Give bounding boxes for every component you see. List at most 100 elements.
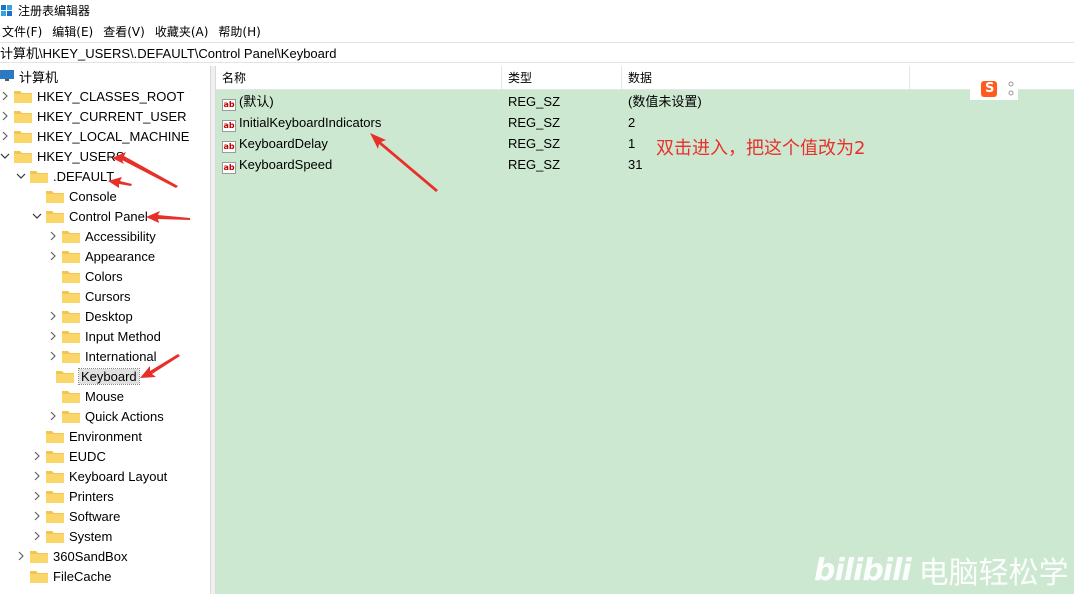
tree-item-environment[interactable]: Environment xyxy=(46,426,142,446)
menu-bar: 文件(F) 编辑(E) 查看(V) 收藏夹(A) 帮助(H) xyxy=(0,21,1074,42)
tree-item-label: System xyxy=(69,528,113,544)
tree-item-keyboard-layout[interactable]: Keyboard Layout xyxy=(32,466,167,486)
tree-item-computer[interactable]: 计算机 xyxy=(0,66,58,86)
tree-item-label: Printers xyxy=(69,488,114,504)
folder-icon xyxy=(62,289,80,303)
chevron-right-icon[interactable] xyxy=(32,511,42,521)
chevron-right-icon[interactable] xyxy=(48,331,58,341)
folder-icon xyxy=(46,489,64,503)
ime-logo-text: S xyxy=(985,81,995,96)
tree-item-input-method[interactable]: Input Method xyxy=(48,326,161,346)
folder-icon xyxy=(46,529,64,543)
menu-favorites[interactable]: 收藏夹(A) xyxy=(153,23,211,40)
value-type: REG_SZ xyxy=(508,94,561,109)
watermark: bilibili 电脑轻松学 xyxy=(814,548,1069,592)
table-row[interactable]: ab KeyboardDelay REG_SZ 1 xyxy=(216,133,1074,154)
tree-item-eudc[interactable]: EUDC xyxy=(32,446,106,466)
chevron-right-icon[interactable] xyxy=(0,91,10,101)
tree-item-label: Software xyxy=(69,508,121,524)
chevron-right-icon[interactable] xyxy=(0,111,10,121)
tree-item-colors[interactable]: Colors xyxy=(62,266,123,286)
tree-item-filecache[interactable]: FileCache xyxy=(30,566,112,586)
tree-item-printers[interactable]: Printers xyxy=(32,486,114,506)
tree-item-international[interactable]: International xyxy=(48,346,157,366)
list-header: 名称 类型 数据 xyxy=(216,66,1074,90)
tree-item-desktop[interactable]: Desktop xyxy=(48,306,133,326)
tree-item-keyboard[interactable]: Keyboard xyxy=(56,366,140,386)
chevron-right-icon[interactable] xyxy=(48,311,58,321)
folder-icon xyxy=(14,89,32,103)
chevron-right-icon[interactable] xyxy=(48,351,58,361)
folder-open-icon xyxy=(46,209,64,223)
chevron-right-icon[interactable] xyxy=(48,251,58,261)
tree-item-label: EUDC xyxy=(69,448,106,464)
tree-item-control-panel[interactable]: Control Panel xyxy=(32,206,148,226)
tree-item-label: HKEY_LOCAL_MACHINE xyxy=(37,128,190,144)
tree-item-hkey-local-machine[interactable]: HKEY_LOCAL_MACHINE xyxy=(0,126,189,146)
tree-item-quick-actions[interactable]: Quick Actions xyxy=(48,406,164,426)
tree-item-accessibility[interactable]: Accessibility xyxy=(48,226,156,246)
folder-icon xyxy=(62,309,80,323)
value-name: (默认) xyxy=(239,94,274,109)
tree-item-label: Accessibility xyxy=(85,228,156,244)
folder-icon xyxy=(46,449,64,463)
value-type: REG_SZ xyxy=(508,157,561,172)
value-name: KeyboardDelay xyxy=(239,136,328,151)
chevron-right-icon[interactable] xyxy=(16,551,26,561)
chevron-right-icon[interactable] xyxy=(32,491,42,501)
chevron-right-icon[interactable] xyxy=(32,471,42,481)
key-tree[interactable]: 计算机 HKEY_CLASSES_ROOT HKEY_CURRENT_USER … xyxy=(0,66,210,594)
tree-item-label: Desktop xyxy=(85,308,133,324)
values-list[interactable]: 名称 类型 数据 ab (默认) REG_SZ (数值未设置) ab Initial… xyxy=(216,66,1074,594)
tree-item-system[interactable]: System xyxy=(32,526,112,546)
value-name: KeyboardSpeed xyxy=(239,157,333,172)
column-header-data[interactable]: 数据 xyxy=(622,66,910,90)
menu-file[interactable]: 文件(F) xyxy=(0,23,44,40)
table-row[interactable]: ab KeyboardSpeed REG_SZ 31 xyxy=(216,154,1074,175)
tree-item-cursors[interactable]: Cursors xyxy=(62,286,131,306)
tree-item-console[interactable]: Console xyxy=(46,186,117,206)
chevron-down-icon[interactable] xyxy=(16,171,26,181)
chevron-down-icon[interactable] xyxy=(0,151,10,161)
table-row[interactable]: ab (默认) REG_SZ (数值未设置) xyxy=(216,91,1074,112)
chevron-right-icon[interactable] xyxy=(48,231,58,241)
tree-item-label: Environment xyxy=(69,428,142,444)
value-name: InitialKeyboardIndicators xyxy=(239,115,382,130)
column-header-type[interactable]: 类型 xyxy=(502,66,622,90)
chevron-right-icon[interactable] xyxy=(0,131,10,141)
chevron-right-icon[interactable] xyxy=(32,531,42,541)
table-row[interactable]: ab InitialKeyboardIndicators REG_SZ 2 xyxy=(216,112,1074,133)
tree-item-label: 计算机 xyxy=(19,69,59,85)
tree-item-label: .DEFAULT xyxy=(53,168,115,184)
tree-item-hkey-current-user[interactable]: HKEY_CURRENT_USER xyxy=(0,106,187,126)
tree-item-360sandbox[interactable]: 360SandBox xyxy=(16,546,127,566)
address-bar[interactable]: 计算机\HKEY_USERS\.DEFAULT\Control Panel\Ke… xyxy=(0,42,1074,63)
tree-item-hkey-users[interactable]: HKEY_USERS xyxy=(0,146,124,166)
chevron-down-icon[interactable] xyxy=(32,211,42,221)
folder-icon xyxy=(62,269,80,283)
column-header-name[interactable]: 名称 xyxy=(216,66,502,90)
tree-item-hkey-classes-root[interactable]: HKEY_CLASSES_ROOT xyxy=(0,86,184,106)
folder-icon xyxy=(62,409,80,423)
menu-view[interactable]: 查看(V) xyxy=(101,23,147,40)
folder-icon xyxy=(62,249,80,263)
chevron-right-icon[interactable] xyxy=(48,411,58,421)
value-type: REG_SZ xyxy=(508,115,561,130)
tree-item-mouse[interactable]: Mouse xyxy=(62,386,124,406)
tree-item-label: Cursors xyxy=(85,288,131,304)
folder-icon xyxy=(14,129,32,143)
value-type: REG_SZ xyxy=(508,136,561,151)
tree-item-appearance[interactable]: Appearance xyxy=(48,246,155,266)
folder-open-icon xyxy=(56,369,74,383)
tree-item-label: Colors xyxy=(85,268,123,284)
tree-item-label: Console xyxy=(69,188,117,204)
menu-edit[interactable]: 编辑(E) xyxy=(50,23,95,40)
tree-item-default[interactable]: .DEFAULT xyxy=(16,166,114,186)
folder-icon xyxy=(30,569,48,583)
annotation-text: 双击进入，把这个值改为2 xyxy=(656,138,866,159)
folder-open-icon xyxy=(14,149,32,163)
tree-item-software[interactable]: Software xyxy=(32,506,120,526)
menu-help[interactable]: 帮助(H) xyxy=(216,23,262,40)
ime-toolbar[interactable]: S xyxy=(970,78,1018,100)
chevron-right-icon[interactable] xyxy=(32,451,42,461)
